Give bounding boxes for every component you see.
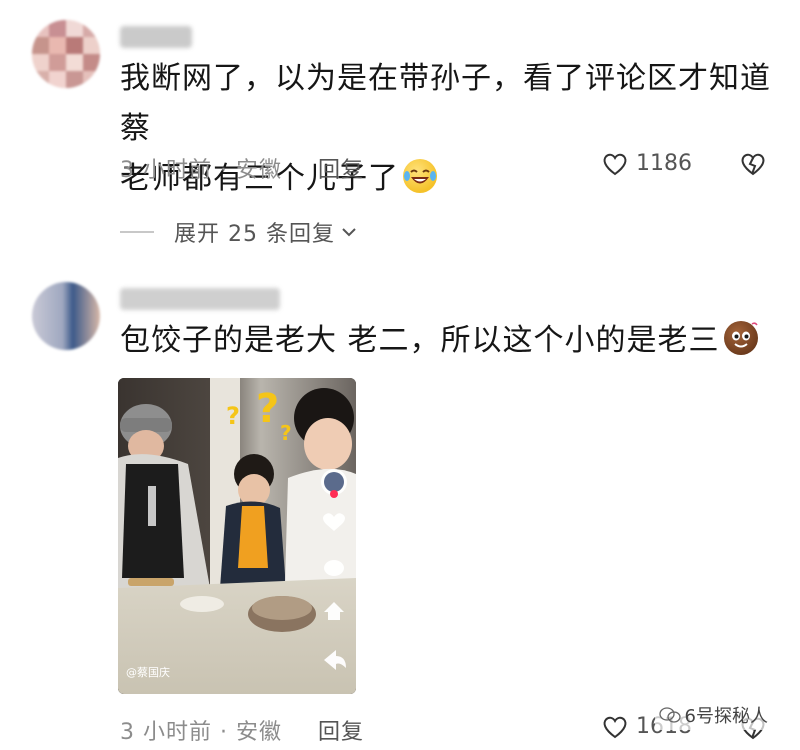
reply-button[interactable]: 回复 xyxy=(318,152,364,184)
watermark-text: 6号探秘人 xyxy=(684,706,768,727)
video-author[interactable]: @蔡国庆 xyxy=(126,664,170,680)
like-button[interactable]: 1186 xyxy=(602,151,692,176)
svg-text:?: ? xyxy=(226,402,240,430)
expand-replies-label: 展开 25 条回复 xyxy=(174,222,335,247)
chevron-down-icon xyxy=(342,228,356,237)
expand-replies-button[interactable]: 展开 25 条回复 xyxy=(120,216,359,248)
watermark: 6号探秘人 xyxy=(654,700,772,730)
reply-button[interactable]: 回复 xyxy=(318,714,364,746)
svg-text:?: ? xyxy=(280,421,292,445)
avatar[interactable] xyxy=(32,282,100,350)
comment-text-line-1: 我断网了，以为是在带孙子，看了评论区才知道蔡 xyxy=(120,61,771,146)
laughing-tears-emoji-icon xyxy=(403,159,437,193)
like-count: 1186 xyxy=(636,151,692,176)
heart-icon xyxy=(603,153,627,175)
comment-time-location: 3 小时前 · 安徽 xyxy=(120,158,282,183)
video-frame-image: ? ? ? xyxy=(118,378,356,694)
svg-text:?: ? xyxy=(256,386,279,432)
dislike-button[interactable] xyxy=(740,152,766,180)
video-thumbnail[interactable]: ? ? ? @蔡国庆 xyxy=(118,378,356,694)
broken-heart-icon xyxy=(741,153,765,176)
username-blurred[interactable] xyxy=(120,288,280,310)
wechat-icon xyxy=(658,707,681,723)
heart-icon xyxy=(603,716,627,738)
comment-text: 包饺子的是老大 老二，所以这个小的是老三 xyxy=(120,316,758,366)
divider xyxy=(120,231,154,233)
comment-time-location: 3 小时前 · 安徽 xyxy=(120,720,282,745)
avatar[interactable] xyxy=(32,20,100,88)
poop-emoji-icon xyxy=(723,321,758,355)
username-blurred[interactable] xyxy=(120,26,192,48)
comment-text-line: 包饺子的是老大 老二，所以这个小的是老三 xyxy=(120,323,720,358)
